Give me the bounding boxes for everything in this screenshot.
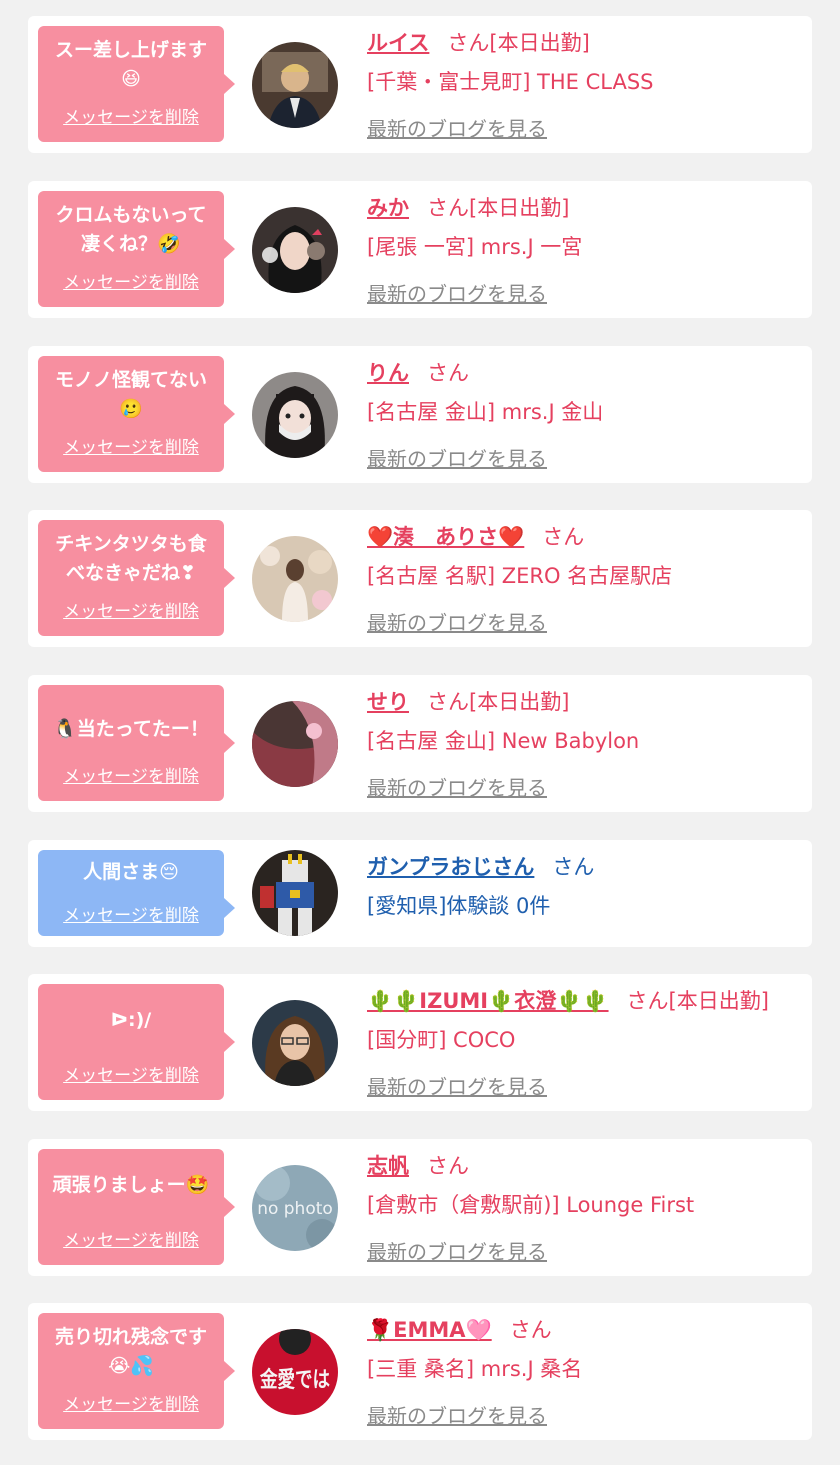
cast-status: さん <box>509 1318 552 1342</box>
message-bubble: 売り切れ残念です 😭💦 メッセージを削除 <box>38 1313 235 1429</box>
cast-status: さん[本日出勤] <box>427 690 570 714</box>
message-bubble: モノノ怪観てない 🥲 メッセージを削除 <box>38 356 235 472</box>
message-card: 🐧当たってたー！ メッセージを削除 せり さん[本日出勤] [名古屋 金山] Ne… <box>28 675 812 812</box>
message-bubble: 人間さま😔 メッセージを削除 <box>38 850 235 936</box>
delete-message-link[interactable]: メッセージを削除 <box>38 901 224 926</box>
message-card: クロムもないって 凄くね？🤣 メッセージを削除 みか さん[本日出勤] [尾張 一… <box>28 181 812 318</box>
cast-name-link[interactable]: 志帆 <box>367 1154 409 1178</box>
cast-name-link[interactable]: ルイス <box>367 31 429 55</box>
cast-status: さん <box>552 855 595 879</box>
shop-label: [千葉・富士見町] THE CLASS <box>367 70 654 94</box>
cast-info: ルイス さん[本日出勤] [千葉・富士見町] THE CLASS 最新のブログを見… <box>367 16 802 153</box>
cast-status: さん[本日出勤] <box>626 989 769 1013</box>
cast-info: ❤️湊 ありさ❤️ さん [名古屋 名駅] ZERO 名古屋駅店 最新のブログを見… <box>367 510 802 647</box>
latest-blog-link[interactable]: 最新のブログを見る <box>367 113 547 142</box>
cast-info: みか さん[本日出勤] [尾張 一宮] mrs.J 一宮 最新のブログを見る <box>367 181 802 318</box>
delete-message-link[interactable]: メッセージを削除 <box>38 433 224 458</box>
cast-info: 🌵🌵IZUMI🌵衣澄🌵🌵 さん[本日出勤] [国分町] COCO 最新のブログを見… <box>367 974 802 1111</box>
message-text: 🐧当たってたー！ <box>53 718 209 740</box>
message-text: 売り切れ残念です 😭💦 <box>54 1326 207 1377</box>
message-card: 売り切れ残念です 😭💦 メッセージを削除 金愛では 🌹EMMA🩷 さん [三重 桑… <box>28 1303 812 1440</box>
avatar[interactable] <box>252 372 338 458</box>
delete-message-link[interactable]: メッセージを削除 <box>38 1061 224 1086</box>
message-card: 頑張りましょー🤩 メッセージを削除 no photo 志帆 さん [倉敷市（倉敷駅… <box>28 1139 812 1276</box>
message-card: 人間さま😔 メッセージを削除 ガンプラおじさん さん [愛知県]体験談 0件 <box>28 840 812 947</box>
message-bubble: スー差し上げます 😆 メッセージを削除 <box>38 26 235 142</box>
cast-info: りん さん [名古屋 金山] mrs.J 金山 最新のブログを見る <box>367 346 802 483</box>
message-bubble: 🐧当たってたー！ メッセージを削除 <box>38 685 235 801</box>
cast-info: ガンプラおじさん さん [愛知県]体験談 0件 <box>367 840 802 947</box>
no-photo-text: no photo <box>257 1199 333 1219</box>
latest-blog-link[interactable]: 最新のブログを見る <box>367 1071 547 1100</box>
message-text: モノノ怪観てない 🥲 <box>54 369 207 420</box>
message-bubble: チキンタツタも食 べなきゃだね❣ メッセージを削除 <box>38 520 235 636</box>
delete-message-link[interactable]: メッセージを削除 <box>38 597 224 622</box>
message-bubble: ᐅ:)/ メッセージを削除 <box>38 984 235 1100</box>
message-bubble: クロムもないって 凄くね？🤣 メッセージを削除 <box>38 191 235 307</box>
cast-info: 志帆 さん [倉敷市（倉敷駅前)] Lounge First 最新のブログを見る <box>367 1139 802 1276</box>
message-list: スー差し上げます 😆 メッセージを削除 ルイス さん[本日出勤] [千葉・富士見町… <box>0 0 840 1465</box>
avatar[interactable] <box>252 701 338 787</box>
cast-name-link[interactable]: ❤️湊 ありさ❤️ <box>367 525 524 549</box>
avatar[interactable] <box>252 207 338 293</box>
message-card: スー差し上げます 😆 メッセージを削除 ルイス さん[本日出勤] [千葉・富士見町… <box>28 16 812 153</box>
cast-name-link[interactable]: りん <box>367 361 409 385</box>
avatar[interactable]: 金愛では <box>252 1329 338 1415</box>
delete-message-link[interactable]: メッセージを削除 <box>38 103 224 128</box>
shop-label: [名古屋 名駅] ZERO 名古屋駅店 <box>367 564 673 588</box>
avatar[interactable] <box>252 42 338 128</box>
shop-label: [名古屋 金山] mrs.J 金山 <box>367 400 604 424</box>
shop-label: [名古屋 金山] New Babylon <box>367 729 640 753</box>
review-label: [愛知県]体験談 0件 <box>367 894 551 918</box>
latest-blog-link[interactable]: 最新のブログを見る <box>367 278 547 307</box>
message-card: モノノ怪観てない 🥲 メッセージを削除 りん さん [名古屋 金山] mrs.J … <box>28 346 812 483</box>
avatar[interactable] <box>252 1000 338 1086</box>
cast-name-link[interactable]: みか <box>367 196 409 220</box>
message-card: チキンタツタも食 べなきゃだね❣ メッセージを削除 ❤️湊 ありさ❤️ さん [名… <box>28 510 812 647</box>
message-card: ᐅ:)/ メッセージを削除 🌵🌵IZUMI🌵衣澄🌵🌵 さん[本日出勤] [国分町]… <box>28 974 812 1111</box>
shop-label: [三重 桑名] mrs.J 桑名 <box>367 1357 583 1381</box>
message-text: 人間さま😔 <box>83 861 179 883</box>
avatar[interactable] <box>252 536 338 622</box>
message-text: スー差し上げます 😆 <box>54 39 207 90</box>
message-text: チキンタツタも食 べなきゃだね❣ <box>55 533 207 584</box>
cast-status: さん <box>542 525 585 549</box>
shop-label: [尾張 一宮] mrs.J 一宮 <box>367 235 583 259</box>
shop-label: [倉敷市（倉敷駅前)] Lounge First <box>367 1193 695 1217</box>
cast-status: さん[本日出勤] <box>427 196 570 220</box>
cast-status: さん <box>427 361 469 385</box>
latest-blog-link[interactable]: 最新のブログを見る <box>367 772 547 801</box>
delete-message-link[interactable]: メッセージを削除 <box>38 1390 224 1415</box>
message-bubble: 頑張りましょー🤩 メッセージを削除 <box>38 1149 235 1265</box>
shop-label: [国分町] COCO <box>367 1028 516 1052</box>
latest-blog-link[interactable]: 最新のブログを見る <box>367 607 547 636</box>
message-text: ᐅ:)/ <box>110 1009 152 1031</box>
delete-message-link[interactable]: メッセージを削除 <box>38 762 224 787</box>
avatar[interactable]: no photo <box>252 1165 338 1251</box>
delete-message-link[interactable]: メッセージを削除 <box>38 1226 224 1251</box>
sweater-text: 金愛では <box>259 1367 330 1393</box>
cast-info: 🌹EMMA🩷 さん [三重 桑名] mrs.J 桑名 最新のブログを見る <box>367 1303 802 1440</box>
cast-status: さん[本日出勤] <box>447 31 590 55</box>
latest-blog-link[interactable]: 最新のブログを見る <box>367 1236 547 1265</box>
latest-blog-link[interactable]: 最新のブログを見る <box>367 1400 547 1429</box>
cast-info: せり さん[本日出勤] [名古屋 金山] New Babylon 最新のブログを見… <box>367 675 802 812</box>
message-text: 頑張りましょー🤩 <box>52 1174 210 1196</box>
avatar[interactable] <box>252 850 338 936</box>
cast-status: さん <box>427 1154 469 1178</box>
cast-name-link[interactable]: せり <box>367 690 409 714</box>
cast-name-link[interactable]: ガンプラおじさん <box>367 855 534 879</box>
delete-message-link[interactable]: メッセージを削除 <box>38 268 224 293</box>
latest-blog-link[interactable]: 最新のブログを見る <box>367 443 547 472</box>
message-text: クロムもないって 凄くね？🤣 <box>55 204 207 255</box>
cast-name-link[interactable]: 🌹EMMA🩷 <box>367 1318 492 1342</box>
cast-name-link[interactable]: 🌵🌵IZUMI🌵衣澄🌵🌵 <box>367 989 609 1013</box>
